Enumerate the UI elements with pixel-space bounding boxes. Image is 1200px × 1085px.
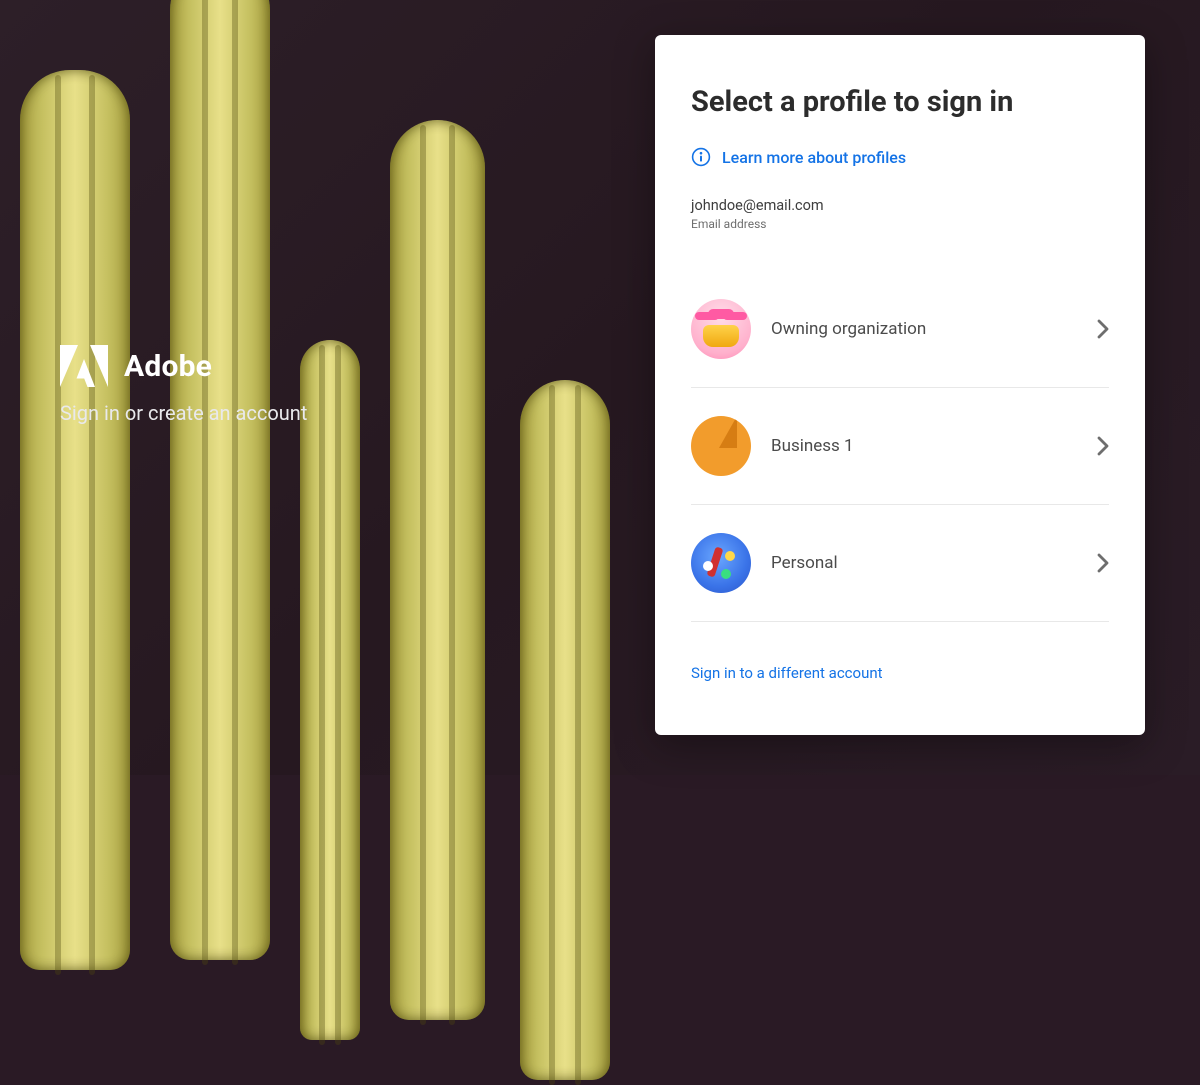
learn-more-link[interactable]: Learn more about profiles xyxy=(722,148,906,167)
decorative-cactus xyxy=(300,340,360,1040)
learn-more-row[interactable]: Learn more about profiles xyxy=(691,147,1109,167)
panel-title: Select a profile to sign in xyxy=(691,85,1109,119)
chevron-right-icon xyxy=(1097,553,1109,573)
decorative-cactus xyxy=(390,120,485,1020)
chevron-right-icon xyxy=(1097,319,1109,339)
brand-block: Adobe Sign in or create an account xyxy=(60,345,307,425)
profile-label: Business 1 xyxy=(771,436,1077,456)
email-block: johndoe@email.com Email address xyxy=(691,197,1109,231)
decorative-cactus xyxy=(20,70,130,970)
profile-option-business-1[interactable]: Business 1 xyxy=(691,388,1109,505)
profile-selector-panel: Select a profile to sign in Learn more a… xyxy=(655,35,1145,735)
chevron-right-icon xyxy=(1097,436,1109,456)
sign-in-different-account-link[interactable]: Sign in to a different account xyxy=(691,664,883,682)
profile-label: Owning organization xyxy=(771,319,1077,339)
adobe-logo-icon xyxy=(60,345,108,387)
brand-name: Adobe xyxy=(124,349,212,384)
brand-subtitle: Sign in or create an account xyxy=(60,401,307,425)
profile-option-personal[interactable]: Personal xyxy=(691,505,1109,622)
email-value: johndoe@email.com xyxy=(691,197,1109,214)
profile-label: Personal xyxy=(771,553,1077,573)
profile-option-owning-organization[interactable]: Owning organization xyxy=(691,271,1109,388)
decorative-cactus xyxy=(170,0,270,960)
profile-list: Owning organization Business 1 Personal xyxy=(691,271,1109,622)
avatar xyxy=(691,299,751,359)
email-label: Email address xyxy=(691,217,1109,231)
avatar xyxy=(691,416,751,476)
decorative-cactus xyxy=(520,380,610,1080)
avatar xyxy=(691,533,751,593)
info-icon xyxy=(691,147,711,167)
